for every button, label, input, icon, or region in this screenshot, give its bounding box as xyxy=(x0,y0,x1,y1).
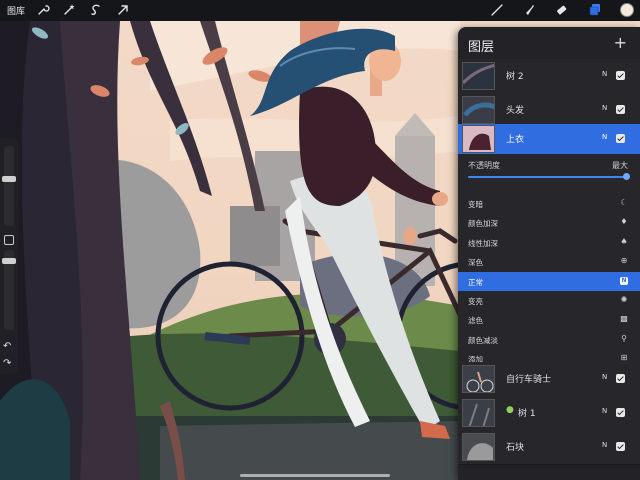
redo-icon[interactable]: ↷ xyxy=(3,358,11,369)
layer-row-selected[interactable]: 上衣 N xyxy=(458,124,640,155)
drop-icon: ♠ xyxy=(620,236,628,246)
blend-mode-indicator[interactable]: N xyxy=(602,70,607,78)
layer-visibility-checkbox[interactable] xyxy=(616,442,625,451)
blend-mode-label: 变亮 xyxy=(468,296,483,306)
selection-icon[interactable] xyxy=(89,3,103,17)
blend-mode-label: 深色 xyxy=(468,258,483,268)
blend-mode-item[interactable]: 变暗 ☾ xyxy=(458,194,640,213)
n-icon: N xyxy=(620,276,628,285)
sun-icon: ✺ xyxy=(620,294,628,304)
layer-name: 自行车骑士 xyxy=(506,375,552,385)
layer-thumbnail xyxy=(462,125,495,153)
layer-opacity-fill xyxy=(468,176,626,178)
magic-wand-icon[interactable] xyxy=(62,3,76,17)
layer-row[interactable]: 石块 N xyxy=(458,430,640,465)
eraser-icon[interactable] xyxy=(554,3,568,17)
blend-mode-label: 颜色加深 xyxy=(468,219,498,229)
blend-mode-label: 颜色减淡 xyxy=(468,335,498,345)
transform-arrow-icon[interactable] xyxy=(116,3,130,17)
layers-panel: 图层 + 树 2 N 头发 N 上衣 N 不透明度 最大 变暗 ☾ 颜色加深 ♦… xyxy=(458,27,640,480)
blend-mode-item[interactable]: 滤色 ▩ xyxy=(458,310,640,329)
layer-blend-settings: 不透明度 最大 变暗 ☾ 颜色加深 ♦ 线性加深 ♠ 深色 ⊕ 正常 N 变亮 ✺ 滤色 ▩ … xyxy=(458,154,640,386)
dropper-icon: ⚲ xyxy=(621,333,627,343)
wrench-icon[interactable] xyxy=(36,3,50,17)
flame-icon: ♦ xyxy=(620,217,628,227)
color-swatch[interactable] xyxy=(620,3,634,17)
blend-mode-item[interactable]: 变亮 ✺ xyxy=(458,291,640,310)
layer-thumbnail xyxy=(462,433,495,461)
brush-size-slider[interactable] xyxy=(2,146,16,226)
layer-visibility-checkbox[interactable] xyxy=(616,408,625,417)
layer-opacity-knob[interactable] xyxy=(623,173,630,180)
moon-icon: ☾ xyxy=(620,198,628,207)
opacity-label: 不透明度 xyxy=(468,161,500,170)
group-tree-icon: ● xyxy=(506,405,514,415)
layer-row[interactable]: 自行车骑士 N xyxy=(458,362,640,397)
layer-visibility-checkbox[interactable] xyxy=(616,374,625,383)
opacity-slider[interactable] xyxy=(2,250,16,330)
blend-mode-item-selected[interactable]: 正常 N xyxy=(458,271,640,291)
brush-icon[interactable] xyxy=(490,3,504,17)
blend-mode-label: 滤色 xyxy=(468,316,483,326)
layer-row[interactable]: ● 树 1 N xyxy=(458,396,640,431)
opacity-max-label: 最大 xyxy=(612,161,628,170)
blend-mode-item[interactable]: 颜色加深 ♦ xyxy=(458,213,640,232)
blend-mode-indicator[interactable]: N xyxy=(602,441,607,449)
layer-name: 上衣 xyxy=(506,135,525,145)
blend-mode-list: 变暗 ☾ 颜色加深 ♦ 线性加深 ♠ 深色 ⊕ 正常 N 变亮 ✺ 滤色 ▩ 颜色减淡 ⚲ 添加… xyxy=(458,194,640,369)
blend-mode-indicator[interactable]: N xyxy=(602,133,607,141)
layer-visibility-checkbox[interactable] xyxy=(616,71,625,80)
layer-thumbnail xyxy=(462,96,495,124)
blend-mode-label: 线性加深 xyxy=(468,238,498,248)
circle-plus-icon: ⊕ xyxy=(620,256,628,266)
layer-thumbnail xyxy=(462,399,495,427)
undo-icon[interactable]: ↶ xyxy=(3,341,11,352)
layer-row[interactable]: 头发 N xyxy=(458,93,640,128)
gallery-button[interactable]: 图库 xyxy=(7,4,25,17)
smudge-icon[interactable] xyxy=(522,3,536,17)
modify-button[interactable] xyxy=(4,235,14,245)
layer-name: 树 1 xyxy=(518,409,536,419)
layer-thumbnail xyxy=(462,62,495,90)
layer-thumbnail xyxy=(462,365,495,393)
layer-name: 石块 xyxy=(506,443,525,453)
layers-icon[interactable] xyxy=(588,3,602,17)
layer-name: 树 2 xyxy=(506,72,524,82)
blend-mode-item[interactable]: 线性加深 ♠ xyxy=(458,233,640,252)
blend-mode-item[interactable]: 深色 ⊕ xyxy=(458,252,640,271)
opacity-thumb[interactable] xyxy=(2,258,16,264)
blend-mode-indicator[interactable]: N xyxy=(602,373,607,381)
left-sidebar: ↶ ↷ xyxy=(0,138,18,374)
brush-size-thumb[interactable] xyxy=(2,176,16,182)
blend-mode-indicator[interactable]: N xyxy=(602,104,607,112)
add-layer-button[interactable]: + xyxy=(614,33,627,52)
layer-visibility-checkbox[interactable] xyxy=(616,134,625,143)
top-toolbar: 图库 xyxy=(0,0,640,21)
blend-mode-label: 正常 xyxy=(468,277,483,287)
blend-mode-label: 变暗 xyxy=(468,200,483,209)
home-indicator xyxy=(240,474,390,477)
layer-name: 头发 xyxy=(506,106,525,116)
layers-panel-title: 图层 xyxy=(468,40,495,55)
layer-row[interactable]: 树 2 N xyxy=(458,59,640,94)
layer-visibility-checkbox[interactable] xyxy=(616,105,625,114)
plus-box-icon: ⊞ xyxy=(620,353,628,363)
layer-opacity-slider[interactable] xyxy=(468,173,630,180)
blend-mode-indicator[interactable]: N xyxy=(602,407,607,415)
checker-icon: ▩ xyxy=(620,314,628,324)
blend-mode-item[interactable]: 颜色减淡 ⚲ xyxy=(458,330,640,349)
